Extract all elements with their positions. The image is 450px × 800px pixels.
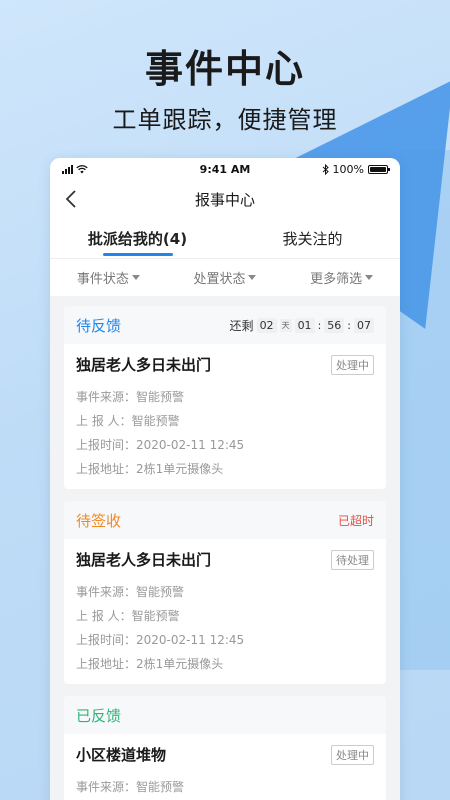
info-row: 上报地址：2栋1单元摄像头: [76, 652, 374, 676]
card-body: 小区楼道堆物 处理中 事件来源：智能预警: [64, 734, 386, 800]
hero-title: 事件中心: [144, 47, 305, 91]
info-value: 2020-02-11 12:45: [136, 438, 245, 452]
countdown-day-unit: 天: [279, 318, 292, 332]
filter-bar: 事件状态 处置状态 更多筛选: [50, 258, 400, 296]
overtime-label: 已超时: [337, 513, 374, 528]
info-row: 事件来源：智能预警: [76, 580, 374, 604]
card-status: 待签收: [76, 511, 122, 530]
info-value: 2020-02-11 12:45: [136, 633, 245, 647]
countdown-days: 02: [256, 317, 277, 333]
signal-icon: [62, 164, 73, 174]
tab-bar: 批派给我的(4) 我关注的: [50, 218, 400, 258]
info-row: 事件来源：智能预警: [76, 385, 374, 409]
info-key: 事件来源：: [76, 585, 137, 599]
event-card[interactable]: 待反馈 还剩 02 天 01 : 56 : 07 独居老人多日未出门 处理中 事…: [64, 306, 386, 489]
tab-label: 批派给我的(4): [87, 229, 188, 248]
back-arrow-icon[interactable]: [62, 188, 82, 210]
info-key: 上报地址：: [76, 462, 137, 476]
event-card[interactable]: 已反馈 小区楼道堆物 处理中 事件来源：智能预警: [64, 696, 386, 800]
filter-event-status[interactable]: 事件状态: [77, 268, 140, 287]
info-key: 上 报 人：: [76, 609, 132, 623]
countdown: 还剩 02 天 01 : 56 : 07: [230, 317, 374, 334]
info-key: 上报地址：: [76, 657, 137, 671]
info-row: 上 报 人：智能预警: [76, 409, 374, 433]
caret-down-icon: [131, 275, 140, 280]
info-key: 上报时间：: [76, 633, 137, 647]
page-title: 报事中心: [194, 190, 255, 209]
bluetooth-icon: [322, 163, 329, 175]
status-badge: 待处理: [331, 549, 374, 570]
hero-subtitle: 工单跟踪，便捷管理: [112, 106, 338, 134]
info-row: 上报时间：2020-02-11 12:45: [76, 433, 374, 457]
filter-more[interactable]: 更多筛选: [310, 268, 374, 287]
countdown-seconds: 07: [354, 317, 374, 333]
info-value: 2栋1单元摄像头: [136, 462, 224, 476]
info-value: 智能预警: [131, 609, 180, 623]
info-value: 智能预警: [136, 780, 185, 794]
countdown-hours: 01: [294, 317, 315, 333]
card-body: 独居老人多日未出门 待处理 事件来源：智能预警 上 报 人：智能预警 上报时间：…: [64, 539, 386, 684]
filter-label: 事件状态: [76, 272, 129, 287]
phone-screen: 9:41 AM 100% 报事中心 批派给我的(4) 我关注的 事件状态 处置状…: [50, 158, 400, 800]
info-value: 智能预警: [136, 390, 185, 404]
filter-handling-status[interactable]: 处置状态: [193, 268, 257, 287]
battery-icon: [368, 164, 390, 174]
card-status: 待反馈: [76, 316, 122, 335]
status-badge: 处理中: [331, 354, 374, 375]
status-time: 9:41 AM: [199, 162, 251, 176]
info-key: 事件来源：: [76, 390, 137, 404]
tab-assigned-to-me[interactable]: 批派给我的(4): [50, 218, 225, 258]
card-header: 已反馈: [64, 696, 386, 734]
info-row: 事件来源：智能预警: [76, 775, 374, 799]
countdown-prefix: 还剩: [229, 318, 254, 333]
info-key: 上报时间：: [76, 438, 137, 452]
filter-label: 更多筛选: [310, 272, 363, 287]
card-title: 独居老人多日未出门: [76, 356, 212, 374]
status-bar: 9:41 AM 100%: [50, 158, 400, 180]
card-header: 待签收 已超时: [64, 501, 386, 539]
event-list: 待反馈 还剩 02 天 01 : 56 : 07 独居老人多日未出门 处理中 事…: [50, 296, 400, 800]
tab-following[interactable]: 我关注的: [225, 218, 400, 258]
caret-down-icon: [248, 275, 257, 280]
info-value: 2栋1单元摄像头: [136, 657, 224, 671]
filter-label: 处置状态: [193, 272, 246, 287]
nav-bar: 报事中心: [50, 180, 400, 218]
card-title: 小区楼道堆物: [76, 746, 167, 764]
card-header: 待反馈 还剩 02 天 01 : 56 : 07: [64, 306, 386, 344]
event-card[interactable]: 待签收 已超时 独居老人多日未出门 待处理 事件来源：智能预警 上 报 人：智能…: [64, 501, 386, 684]
tab-label: 我关注的: [282, 229, 343, 248]
info-value: 智能预警: [131, 414, 180, 428]
info-row: 上报地址：2栋1单元摄像头: [76, 457, 374, 481]
caret-down-icon: [365, 275, 374, 280]
info-value: 智能预警: [136, 585, 185, 599]
info-key: 事件来源：: [76, 780, 137, 794]
wifi-icon: [76, 164, 88, 173]
card-status: 已反馈: [76, 706, 122, 725]
countdown-minutes: 56: [324, 317, 345, 333]
info-key: 上 报 人：: [76, 414, 132, 428]
card-body: 独居老人多日未出门 处理中 事件来源：智能预警 上 报 人：智能预警 上报时间：…: [64, 344, 386, 489]
card-title: 独居老人多日未出门: [76, 551, 212, 569]
info-row: 上 报 人：智能预警: [76, 604, 374, 628]
info-row: 上报时间：2020-02-11 12:45: [76, 628, 374, 652]
status-badge: 处理中: [331, 744, 374, 765]
battery-percent: 100%: [332, 162, 364, 176]
